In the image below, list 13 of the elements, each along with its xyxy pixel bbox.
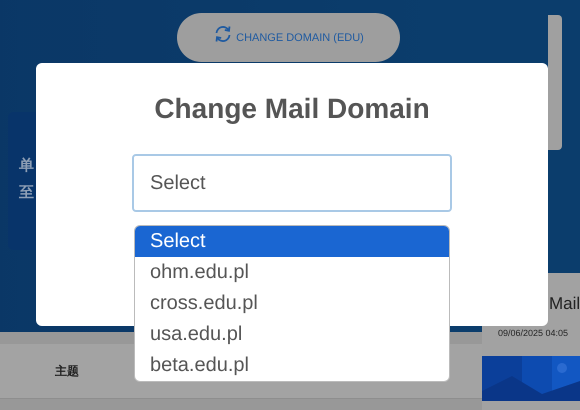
card-text: 单 bbox=[19, 156, 35, 176]
panel-title: Mail bbox=[549, 294, 580, 314]
dropdown-option[interactable]: beta.edu.pl bbox=[135, 350, 449, 381]
timestamp: 09/06/2025 04:05 bbox=[498, 328, 570, 338]
column-header: 主题 bbox=[55, 362, 79, 380]
dropdown-option[interactable]: ohm.edu.pl bbox=[135, 257, 449, 288]
refresh-icon bbox=[213, 24, 234, 44]
card-text: 至 bbox=[19, 183, 35, 203]
domain-select[interactable]: Select bbox=[132, 154, 452, 212]
dialog-title: Change Mail Domain bbox=[153, 93, 431, 125]
dropdown-option[interactable]: cross.edu.pl bbox=[135, 288, 449, 319]
dropdown-option[interactable]: usa.edu.pl bbox=[135, 319, 449, 350]
dropdown-option[interactable]: Select bbox=[135, 226, 449, 257]
